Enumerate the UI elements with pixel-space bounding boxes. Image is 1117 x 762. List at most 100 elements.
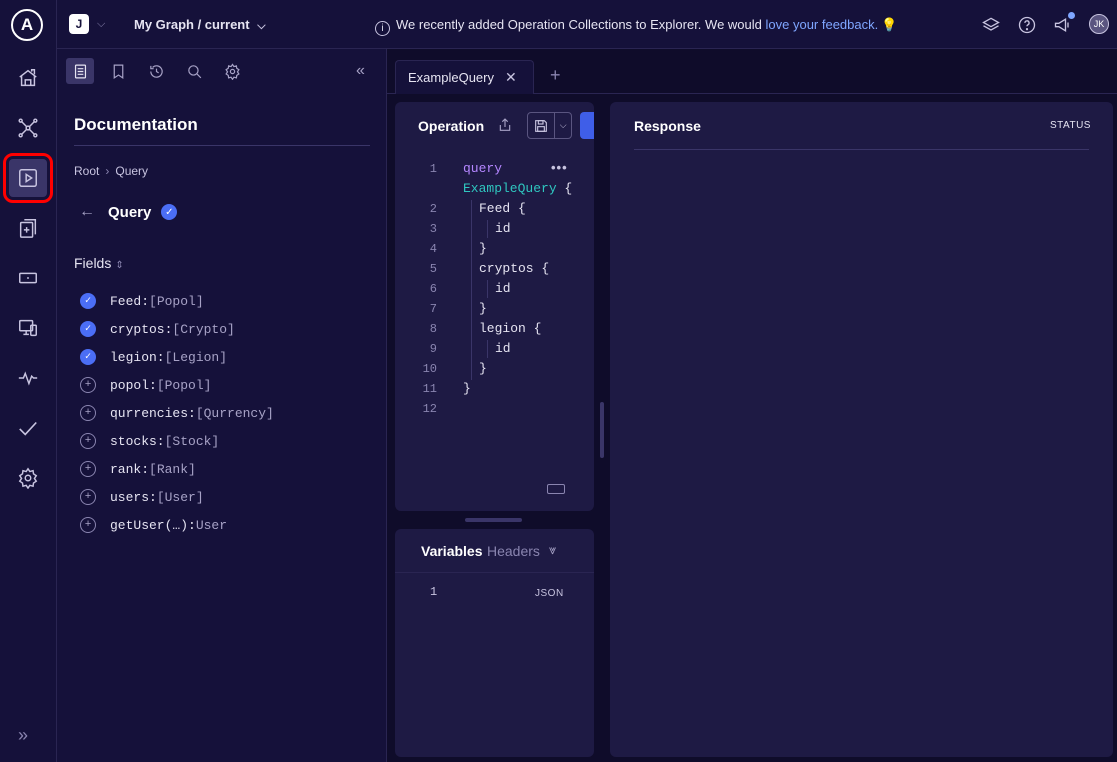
banner-text: We recently added Operation Collections … <box>396 17 766 32</box>
field-selected-check-icon[interactable]: ✓ <box>80 349 96 365</box>
field-item[interactable]: ✓ Feed: [Popol] <box>80 287 274 315</box>
notification-dot <box>1068 12 1075 19</box>
help-icon[interactable] <box>1016 14 1038 36</box>
user-avatar[interactable]: JK <box>1089 14 1109 34</box>
add-field-icon[interactable]: + <box>80 377 96 393</box>
editor-scrollbar[interactable] <box>600 402 604 458</box>
save-dropdown-chevron-icon[interactable]: ⌵ <box>555 120 571 131</box>
apollo-logo[interactable]: A <box>11 9 43 41</box>
field-type[interactable]: [Stock] <box>165 434 220 449</box>
graph-name-label: My Graph / current <box>134 17 250 32</box>
field-type[interactable]: [Legion] <box>165 350 227 365</box>
field-item[interactable]: ✓ cryptos: [Crypto] <box>80 315 274 343</box>
indent-guide <box>471 200 472 380</box>
field-name: cryptos: <box>110 321 173 337</box>
divider <box>74 145 370 146</box>
field-item[interactable]: + getUser(…): User <box>80 511 274 539</box>
field-type[interactable]: [Crypto] <box>172 322 234 337</box>
bookmark-icon[interactable] <box>104 58 132 84</box>
field-item[interactable]: + qurrencies: [Qurrency] <box>80 399 274 427</box>
tab-variables[interactable]: Variables <box>421 543 483 559</box>
field-item[interactable]: ✓ legion: [Legion] <box>80 343 274 371</box>
breadcrumb-separator: › <box>105 164 110 178</box>
run-button[interactable] <box>580 112 594 139</box>
field-type[interactable]: User <box>196 518 227 533</box>
changelog-icon[interactable] <box>9 209 47 247</box>
field-name: users: <box>110 489 157 505</box>
save-icon[interactable] <box>528 113 556 138</box>
feedback-link[interactable]: love your feedback. <box>766 17 879 32</box>
add-field-icon[interactable]: + <box>80 405 96 421</box>
add-field-icon[interactable]: + <box>80 517 96 533</box>
fields-icon[interactable] <box>9 259 47 297</box>
graph-selector[interactable]: My Graph / current ⌵ <box>134 17 266 33</box>
line-number: 12 <box>422 402 437 416</box>
checks-icon[interactable] <box>9 409 47 447</box>
field-selected-check-icon[interactable]: ✓ <box>80 321 96 337</box>
tab-headers[interactable]: Headers <box>487 543 540 559</box>
type-selected-check-icon[interactable]: ✓ <box>161 204 178 220</box>
documentation-title: Documentation <box>74 115 198 134</box>
add-field-icon[interactable]: + <box>80 433 96 449</box>
add-tab-icon[interactable]: + <box>550 65 561 86</box>
code-line: id <box>495 221 511 236</box>
org-avatar[interactable]: J <box>69 14 89 34</box>
clients-icon[interactable] <box>9 309 47 347</box>
layers-icon[interactable] <box>980 14 1002 36</box>
home-icon[interactable] <box>9 59 47 97</box>
add-field-icon[interactable]: + <box>80 461 96 477</box>
field-type[interactable]: [Qurrency] <box>196 406 274 421</box>
line-number: 6 <box>429 282 437 296</box>
settings-icon[interactable] <box>9 459 47 497</box>
share-icon[interactable] <box>497 117 513 138</box>
field-type[interactable]: [User] <box>157 490 204 505</box>
explorer-icon[interactable] <box>3 153 53 203</box>
panel-resize-handle[interactable] <box>465 518 522 522</box>
field-type[interactable]: [Rank] <box>149 462 196 477</box>
field-item[interactable]: + rank: [Rank] <box>80 455 274 483</box>
more-options-icon[interactable]: ••• <box>551 160 568 175</box>
tab-label: ExampleQuery <box>408 70 494 85</box>
variables-panel: Variables Headers ⩔ 1 JSON <box>395 529 594 757</box>
sidebar-tabs <box>66 58 246 84</box>
org-chevron-down-icon[interactable]: ⌵ <box>97 18 105 31</box>
code-line: legion { <box>479 321 542 336</box>
keyboard-shortcuts-icon[interactable] <box>547 484 565 494</box>
field-type[interactable]: [Popol] <box>157 378 212 393</box>
type-title: Query <box>108 203 152 221</box>
field-selected-check-icon[interactable]: ✓ <box>80 293 96 309</box>
field-name: stocks: <box>110 433 165 449</box>
expand-nav-icon[interactable]: » <box>18 725 28 746</box>
field-type[interactable]: [Popol] <box>149 294 204 309</box>
collapse-chevron-icon[interactable]: ⩔ <box>549 542 556 558</box>
field-item[interactable]: + users: [User] <box>80 483 274 511</box>
code-line: cryptos { <box>479 261 550 276</box>
fields-label: Fields <box>74 255 112 271</box>
response-title: Response <box>634 118 701 134</box>
code-line: Feed { <box>479 201 526 216</box>
left-nav-rail: A » <box>0 0 57 762</box>
save-operation-button[interactable]: ⌵ <box>527 112 572 139</box>
back-arrow-icon[interactable]: ← <box>79 203 95 221</box>
collapse-panel-icon[interactable]: « <box>356 62 365 80</box>
code-line: id <box>495 281 511 296</box>
line-number: 5 <box>429 262 437 276</box>
documentation-tab-icon[interactable] <box>66 58 94 84</box>
close-tab-icon[interactable]: ✕ <box>505 69 517 86</box>
history-icon[interactable] <box>142 58 170 84</box>
divider <box>634 149 1089 150</box>
field-name: rank: <box>110 461 150 477</box>
operations-icon[interactable] <box>9 359 47 397</box>
add-field-icon[interactable]: + <box>80 489 96 505</box>
field-name: Feed: <box>110 293 150 309</box>
search-icon[interactable] <box>180 58 208 84</box>
indent-guide <box>487 280 488 298</box>
fields-heading[interactable]: Fields ⇕ <box>74 255 124 271</box>
field-item[interactable]: + stocks: [Stock] <box>80 427 274 455</box>
graph-icon[interactable] <box>9 109 47 147</box>
field-name: getUser(…): <box>110 517 196 533</box>
breadcrumb-root[interactable]: Root <box>74 164 99 178</box>
tab-example-query[interactable]: ExampleQuery ✕ <box>395 60 534 94</box>
gear-icon[interactable] <box>218 58 246 84</box>
field-item[interactable]: + popol: [Popol] <box>80 371 274 399</box>
